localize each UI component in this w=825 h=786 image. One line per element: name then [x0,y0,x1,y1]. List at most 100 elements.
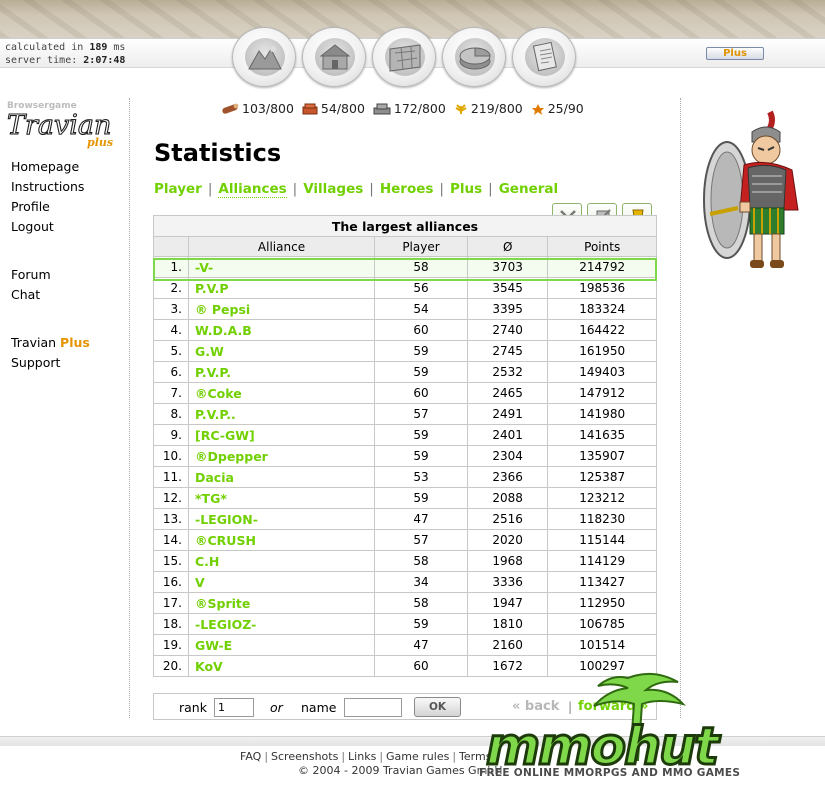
player-count-cell: 60 [374,382,468,404]
clay-icon [302,103,318,115]
player-count-cell: 59 [374,424,468,446]
table-row: 14. ®CRUSH 57 2020 115144 [153,529,657,551]
tab-player[interactable]: Player [154,181,202,197]
tab-plus[interactable]: Plus [450,181,482,197]
points-cell: 118230 [547,508,657,530]
player-count-cell: 57 [374,403,468,425]
tab-alliances[interactable]: Alliances [218,181,287,198]
points-cell: 115144 [547,529,657,551]
resource-crop: 219/800 [454,101,523,116]
table-row: 6. P.V.P. 59 2532 149403 [153,361,657,383]
table-row: 15. C.H 58 1968 114129 [153,550,657,572]
table-row: 2. P.V.P 56 3545 198536 [153,277,657,299]
rank-cell: 4. [153,319,189,341]
rank-input[interactable] [214,698,254,717]
alliance-name-link[interactable]: -V- [188,256,375,278]
alliance-name-link[interactable]: Dacia [188,466,375,488]
points-cell: 135907 [547,445,657,467]
rank-cell: 17. [153,592,189,614]
points-cell: 149403 [547,361,657,383]
village-center-icon[interactable] [302,27,366,87]
rank-cell: 6. [153,361,189,383]
menu-profile[interactable]: Profile [11,197,90,217]
points-cell: 198536 [547,277,657,299]
footer-link-links[interactable]: Links [348,750,376,763]
name-input[interactable] [344,698,402,717]
alliance-name-link[interactable]: [RC-GW] [188,424,375,446]
table-row: 19. GW-E 47 2160 101514 [153,634,657,656]
alliance-name-link[interactable]: P.V.P.. [188,403,375,425]
points-cell: 141635 [547,424,657,446]
player-count-cell: 59 [374,487,468,509]
player-count-cell: 59 [374,613,468,635]
average-cell: 2516 [466,508,549,530]
footer-link-faq[interactable]: FAQ [240,750,261,763]
alliance-name-link[interactable]: KoV [188,655,375,677]
alliance-name-link[interactable]: GW-E [188,634,375,656]
player-count-cell: 47 [374,508,468,530]
alliance-name-link[interactable]: ®Sprite [188,592,375,614]
player-count-cell: 53 [374,466,468,488]
iron-icon [373,103,391,115]
menu-homepage[interactable]: Homepage [11,157,90,177]
menu-chat[interactable]: Chat [11,285,90,305]
ok-button[interactable]: OK [414,697,461,717]
table-row: 1. -V- 58 3703 214792 [153,256,657,278]
menu-travian-plus[interactable]: Travian Plus [11,333,90,353]
footer-links: FAQ | Screenshots | Links | Game rules | Terms [240,750,492,763]
alliance-name-link[interactable]: V [188,571,375,593]
points-cell: 164422 [547,319,657,341]
side-menu: Homepage Instructions Profile Logout For… [11,157,90,373]
alliance-name-link[interactable]: P.V.P [188,277,375,299]
table-row: 9. [RC-GW] 59 2401 141635 [153,424,657,446]
alliance-ranking-table: The largest alliances Alliance Player Ø … [153,215,657,677]
menu-logout[interactable]: Logout [11,217,90,237]
alliance-name-link[interactable]: ® Pepsi [188,298,375,320]
menu-forum[interactable]: Forum [11,265,90,285]
svg-text:plus: plus [87,136,113,149]
name-label: name [301,700,337,715]
rank-cell: 2. [153,277,189,299]
tab-villages[interactable]: Villages [303,181,363,197]
alliance-name-link[interactable]: ®Coke [188,382,375,404]
alliance-name-link[interactable]: ®CRUSH [188,529,375,551]
map-icon[interactable] [372,27,436,87]
resource-iron: 172/800 [373,101,446,116]
tab-general[interactable]: General [499,181,558,197]
copyright: © 2004 - 2009 Travian Games GmbH [298,764,503,777]
table-row: 3. ® Pepsi 54 3395 183324 [153,298,657,320]
footer-link-screenshots[interactable]: Screenshots [271,750,338,763]
alliance-name-link[interactable]: *TG* [188,487,375,509]
alliance-name-link[interactable]: G.W [188,340,375,362]
or-label: or [270,700,283,715]
crop-icon [455,104,467,114]
menu-support[interactable]: Support [11,353,90,373]
points-cell: 112950 [547,592,657,614]
player-count-cell: 34 [374,571,468,593]
points-cell: 125387 [547,466,657,488]
table-row: 10. ®Dpepper 59 2304 135907 [153,445,657,467]
alliance-name-link[interactable]: -LEGIOZ- [188,613,375,635]
alliance-name-link[interactable]: -LEGION- [188,508,375,530]
plus-button[interactable]: Plus [706,47,764,60]
alliance-name-link[interactable]: C.H [188,550,375,572]
menu-instructions[interactable]: Instructions [11,177,90,197]
village-overview-icon[interactable] [232,27,296,87]
right-divider [680,98,681,718]
rank-cell: 5. [153,340,189,362]
alliance-name-link[interactable]: W.D.A.B [188,319,375,341]
rank-cell: 13. [153,508,189,530]
table-row: 16. V 34 3336 113427 [153,571,657,593]
alliance-name-link[interactable]: ®Dpepper [188,445,375,467]
average-cell: 2491 [466,403,549,425]
rank-cell: 20. [153,655,189,677]
travian-plus-logo[interactable]: Browsergame Travian plus [5,98,117,150]
statistics-icon[interactable] [442,27,506,87]
reports-icon[interactable] [512,27,576,87]
tab-heroes[interactable]: Heroes [380,181,434,197]
player-count-cell: 57 [374,529,468,551]
alliance-name-link[interactable]: P.V.P. [188,361,375,383]
points-cell: 113427 [547,571,657,593]
footer-link-game-rules[interactable]: Game rules [386,750,449,763]
column-header-alliance: Alliance [188,236,375,257]
